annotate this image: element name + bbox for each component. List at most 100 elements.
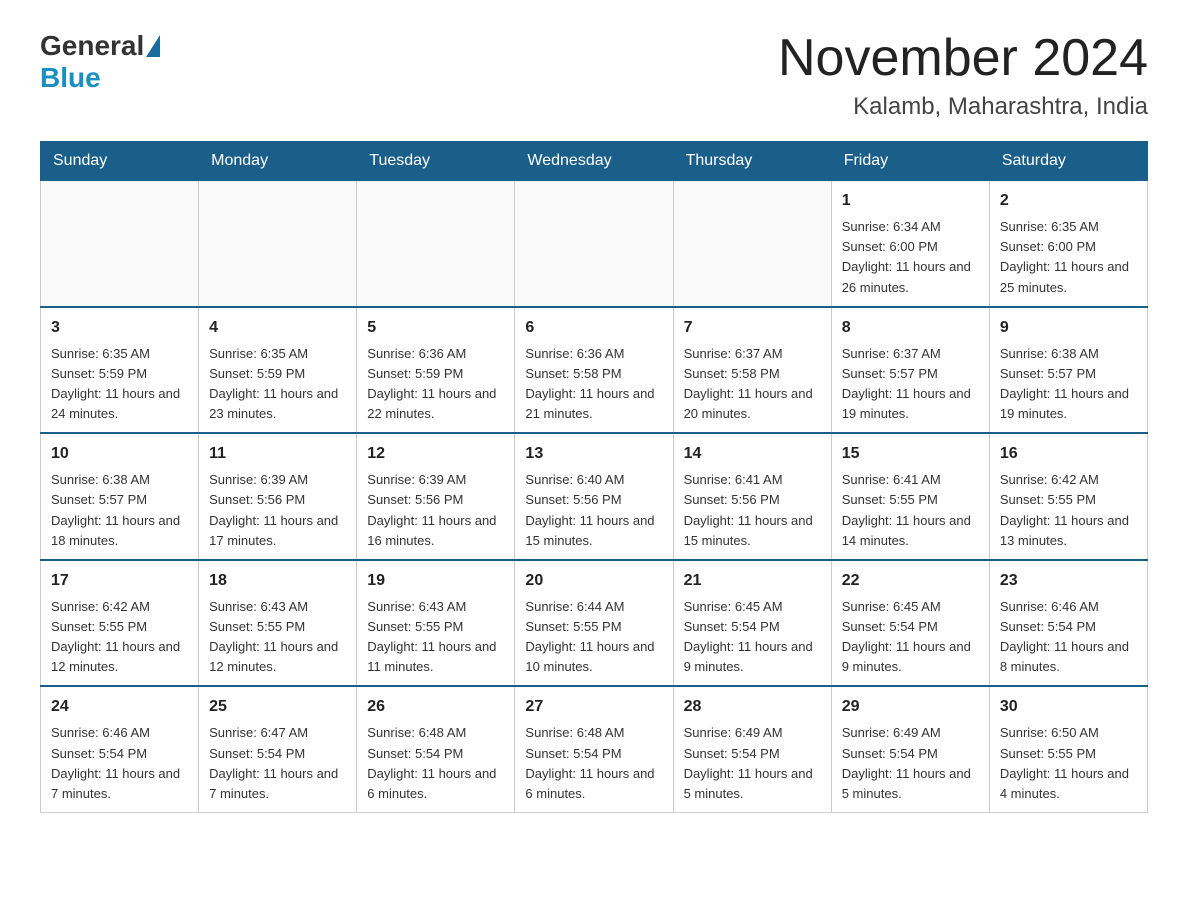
logo: General Blue — [40, 30, 162, 94]
day-number: 19 — [367, 569, 504, 593]
calendar-cell: 13 Sunrise: 6:40 AM Sunset: 5:56 PM Dayli… — [515, 433, 673, 560]
day-number: 11 — [209, 442, 346, 466]
day-info: Sunrise: 6:38 AM Sunset: 5:57 PM Dayligh… — [51, 470, 188, 551]
day-number: 16 — [1000, 442, 1137, 466]
calendar-cell: 22 Sunrise: 6:45 AM Sunset: 5:54 PM Dayli… — [831, 560, 989, 687]
calendar-cell: 7 Sunrise: 6:37 AM Sunset: 5:58 PM Daylig… — [673, 307, 831, 434]
calendar-location: Kalamb, Maharashtra, India — [778, 93, 1148, 121]
logo-text: General — [40, 30, 162, 62]
day-info: Sunrise: 6:35 AM Sunset: 6:00 PM Dayligh… — [1000, 217, 1137, 298]
calendar-cell: 4 Sunrise: 6:35 AM Sunset: 5:59 PM Daylig… — [199, 307, 357, 434]
day-number: 20 — [525, 569, 662, 593]
calendar-cell — [673, 181, 831, 307]
day-number: 26 — [367, 695, 504, 719]
day-number: 6 — [525, 316, 662, 340]
day-info: Sunrise: 6:35 AM Sunset: 5:59 PM Dayligh… — [209, 344, 346, 425]
calendar-cell: 16 Sunrise: 6:42 AM Sunset: 5:55 PM Dayli… — [989, 433, 1147, 560]
calendar-cell: 15Sunrise: 6:41 AM Sunset: 5:55 PM Dayli… — [831, 433, 989, 560]
day-info: Sunrise: 6:39 AM Sunset: 5:56 PM Dayligh… — [367, 470, 504, 551]
day-info: Sunrise: 6:46 AM Sunset: 5:54 PM Dayligh… — [51, 723, 188, 804]
day-info: Sunrise: 6:47 AM Sunset: 5:54 PM Dayligh… — [209, 723, 346, 804]
day-info: Sunrise: 6:39 AM Sunset: 5:56 PM Dayligh… — [209, 470, 346, 551]
calendar-cell: 5Sunrise: 6:36 AM Sunset: 5:59 PM Daylig… — [357, 307, 515, 434]
column-header-thursday: Thursday — [673, 142, 831, 181]
day-info: Sunrise: 6:36 AM Sunset: 5:58 PM Dayligh… — [525, 344, 662, 425]
logo-blue: Blue — [40, 62, 101, 93]
calendar-cell: 24Sunrise: 6:46 AM Sunset: 5:54 PM Dayli… — [41, 686, 199, 812]
column-header-friday: Friday — [831, 142, 989, 181]
calendar-cell: 18 Sunrise: 6:43 AM Sunset: 5:55 PM Dayli… — [199, 560, 357, 687]
day-info: Sunrise: 6:42 AM Sunset: 5:55 PM Dayligh… — [1000, 470, 1137, 551]
day-number: 21 — [684, 569, 821, 593]
calendar-cell: 26 Sunrise: 6:48 AM Sunset: 5:54 PM Dayli… — [357, 686, 515, 812]
column-header-wednesday: Wednesday — [515, 142, 673, 181]
calendar-week-1: 1 Sunrise: 6:34 AM Sunset: 6:00 PM Daylig… — [41, 181, 1148, 307]
day-number: 10 — [51, 442, 188, 466]
day-info: Sunrise: 6:44 AM Sunset: 5:55 PM Dayligh… — [525, 597, 662, 678]
calendar-cell: 14Sunrise: 6:41 AM Sunset: 5:56 PM Dayli… — [673, 433, 831, 560]
calendar-cell: 9Sunrise: 6:38 AM Sunset: 5:57 PM Daylig… — [989, 307, 1147, 434]
day-info: Sunrise: 6:48 AM Sunset: 5:54 PM Dayligh… — [525, 723, 662, 804]
day-info: Sunrise: 6:36 AM Sunset: 5:59 PM Dayligh… — [367, 344, 504, 425]
day-info: Sunrise: 6:46 AM Sunset: 5:54 PM Dayligh… — [1000, 597, 1137, 678]
calendar-cell — [357, 181, 515, 307]
column-header-saturday: Saturday — [989, 142, 1147, 181]
calendar-cell: 21Sunrise: 6:45 AM Sunset: 5:54 PM Dayli… — [673, 560, 831, 687]
calendar-cell: 8 Sunrise: 6:37 AM Sunset: 5:57 PM Daylig… — [831, 307, 989, 434]
calendar-table: SundayMondayTuesdayWednesdayThursdayFrid… — [40, 141, 1148, 813]
day-number: 30 — [1000, 695, 1137, 719]
calendar-cell: 27 Sunrise: 6:48 AM Sunset: 5:54 PM Dayli… — [515, 686, 673, 812]
day-info: Sunrise: 6:50 AM Sunset: 5:55 PM Dayligh… — [1000, 723, 1137, 804]
column-header-sunday: Sunday — [41, 142, 199, 181]
calendar-cell: 1 Sunrise: 6:34 AM Sunset: 6:00 PM Daylig… — [831, 181, 989, 307]
day-number: 23 — [1000, 569, 1137, 593]
day-info: Sunrise: 6:40 AM Sunset: 5:56 PM Dayligh… — [525, 470, 662, 551]
calendar-cell: 29Sunrise: 6:49 AM Sunset: 5:54 PM Dayli… — [831, 686, 989, 812]
calendar-cell: 11 Sunrise: 6:39 AM Sunset: 5:56 PM Dayli… — [199, 433, 357, 560]
calendar-cell: 2Sunrise: 6:35 AM Sunset: 6:00 PM Daylig… — [989, 181, 1147, 307]
day-info: Sunrise: 6:41 AM Sunset: 5:55 PM Dayligh… — [842, 470, 979, 551]
calendar-week-3: 10 Sunrise: 6:38 AM Sunset: 5:57 PM Dayli… — [41, 433, 1148, 560]
day-number: 4 — [209, 316, 346, 340]
calendar-title: November 2024 — [778, 30, 1148, 87]
day-number: 18 — [209, 569, 346, 593]
day-number: 17 — [51, 569, 188, 593]
calendar-cell — [515, 181, 673, 307]
day-info: Sunrise: 6:35 AM Sunset: 5:59 PM Dayligh… — [51, 344, 188, 425]
calendar-cell: 12 Sunrise: 6:39 AM Sunset: 5:56 PM Dayli… — [357, 433, 515, 560]
day-info: Sunrise: 6:38 AM Sunset: 5:57 PM Dayligh… — [1000, 344, 1137, 425]
logo-general: General — [40, 30, 144, 62]
day-info: Sunrise: 6:37 AM Sunset: 5:57 PM Dayligh… — [842, 344, 979, 425]
column-header-monday: Monday — [199, 142, 357, 181]
calendar-cell: 28Sunrise: 6:49 AM Sunset: 5:54 PM Dayli… — [673, 686, 831, 812]
calendar-cell: 25 Sunrise: 6:47 AM Sunset: 5:54 PM Dayli… — [199, 686, 357, 812]
day-info: Sunrise: 6:42 AM Sunset: 5:55 PM Dayligh… — [51, 597, 188, 678]
day-number: 8 — [842, 316, 979, 340]
day-info: Sunrise: 6:45 AM Sunset: 5:54 PM Dayligh… — [842, 597, 979, 678]
day-number: 27 — [525, 695, 662, 719]
day-info: Sunrise: 6:34 AM Sunset: 6:00 PM Dayligh… — [842, 217, 979, 298]
day-number: 1 — [842, 189, 979, 213]
day-number: 25 — [209, 695, 346, 719]
calendar-cell: 17 Sunrise: 6:42 AM Sunset: 5:55 PM Dayli… — [41, 560, 199, 687]
day-number: 12 — [367, 442, 504, 466]
day-number: 28 — [684, 695, 821, 719]
day-info: Sunrise: 6:48 AM Sunset: 5:54 PM Dayligh… — [367, 723, 504, 804]
day-info: Sunrise: 6:37 AM Sunset: 5:58 PM Dayligh… — [684, 344, 821, 425]
calendar-cell: 19 Sunrise: 6:43 AM Sunset: 5:55 PM Dayli… — [357, 560, 515, 687]
calendar-week-4: 17 Sunrise: 6:42 AM Sunset: 5:55 PM Dayli… — [41, 560, 1148, 687]
calendar-cell: 10 Sunrise: 6:38 AM Sunset: 5:57 PM Dayli… — [41, 433, 199, 560]
calendar-week-2: 3Sunrise: 6:35 AM Sunset: 5:59 PM Daylig… — [41, 307, 1148, 434]
calendar-cell: 23 Sunrise: 6:46 AM Sunset: 5:54 PM Dayli… — [989, 560, 1147, 687]
day-number: 13 — [525, 442, 662, 466]
calendar-cell — [41, 181, 199, 307]
calendar-cell: 30 Sunrise: 6:50 AM Sunset: 5:55 PM Dayli… — [989, 686, 1147, 812]
logo-triangle-icon — [146, 35, 160, 57]
day-info: Sunrise: 6:43 AM Sunset: 5:55 PM Dayligh… — [209, 597, 346, 678]
day-number: 22 — [842, 569, 979, 593]
calendar-week-5: 24Sunrise: 6:46 AM Sunset: 5:54 PM Dayli… — [41, 686, 1148, 812]
column-header-tuesday: Tuesday — [357, 142, 515, 181]
day-number: 7 — [684, 316, 821, 340]
calendar-header-row: SundayMondayTuesdayWednesdayThursdayFrid… — [41, 142, 1148, 181]
day-info: Sunrise: 6:43 AM Sunset: 5:55 PM Dayligh… — [367, 597, 504, 678]
